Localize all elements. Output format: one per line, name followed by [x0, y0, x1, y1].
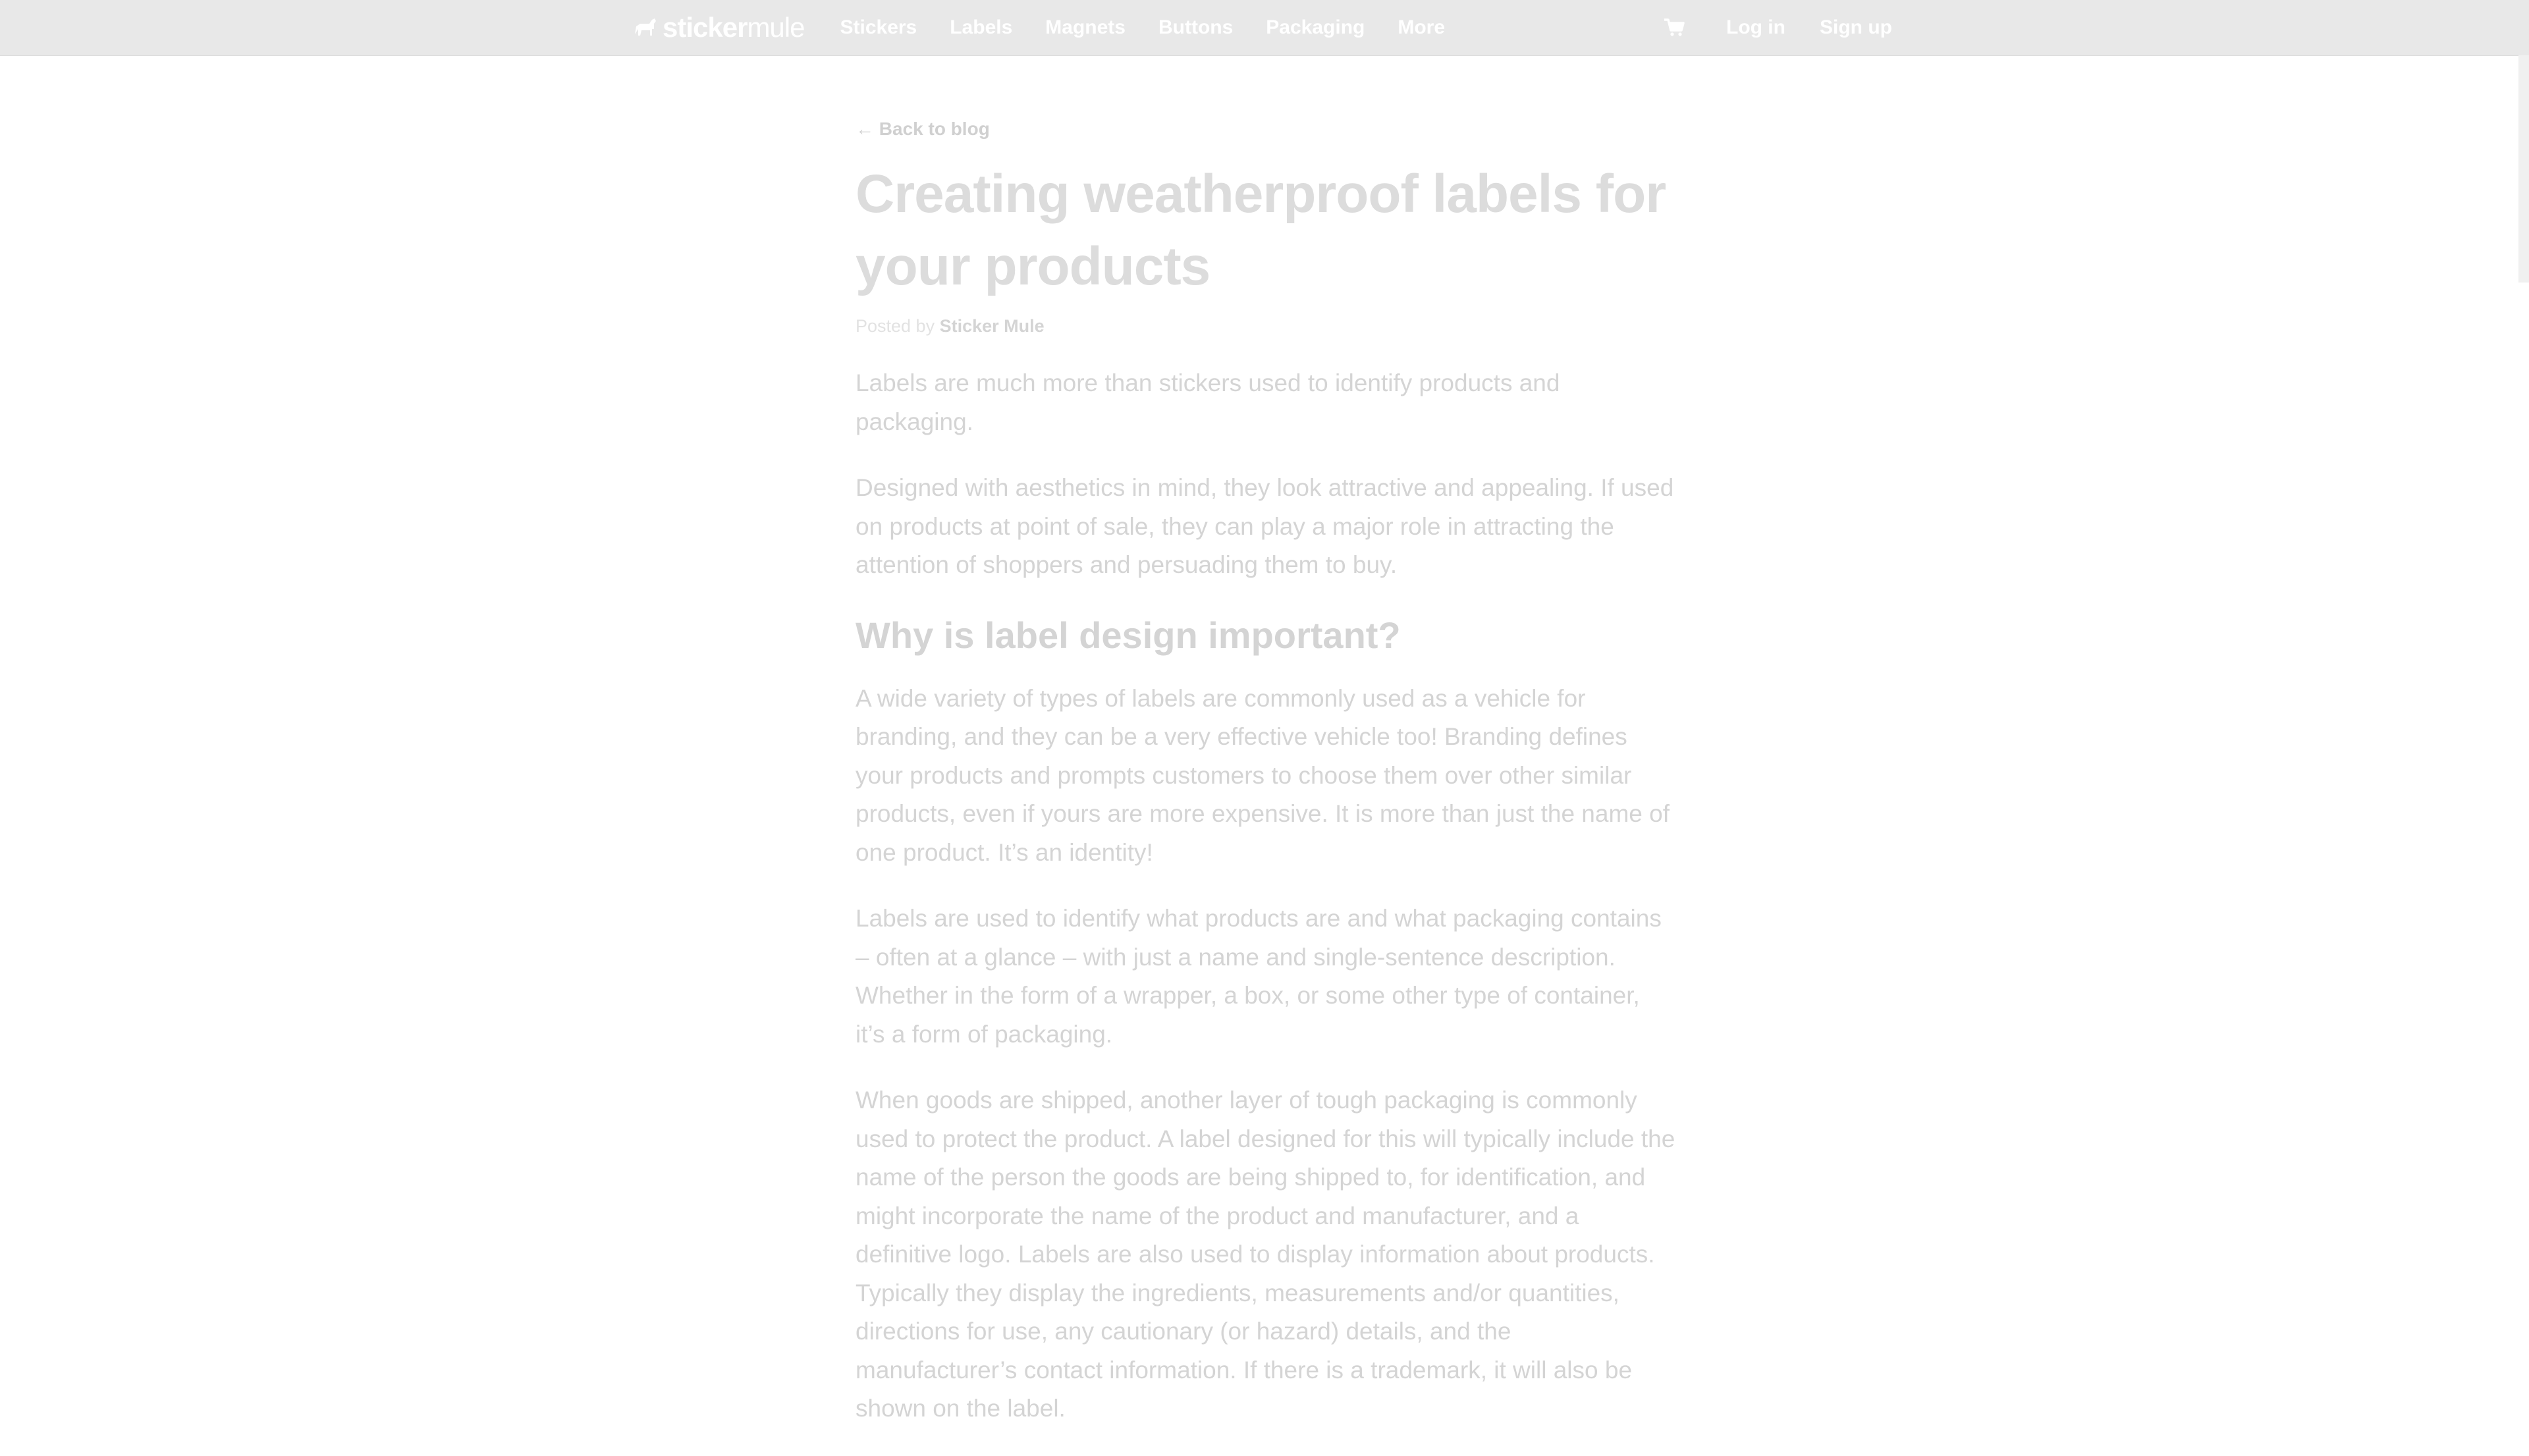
back-to-blog-link[interactable]: ← Back to blog	[856, 119, 1675, 140]
nav-link-magnets[interactable]: Magnets	[1045, 16, 1126, 39]
mule-icon	[635, 18, 656, 36]
logo-text-bold: sticker	[663, 12, 748, 43]
cart-icon[interactable]	[1663, 18, 1685, 38]
article-title: Creating weatherproof labels for your pr…	[856, 164, 1666, 296]
nav-right-group: Log in Sign up	[1663, 0, 1926, 55]
nav-link-stickers[interactable]: Stickers	[840, 16, 917, 39]
section-heading: Why is label design important?	[856, 614, 1401, 656]
posted-by-label: Posted by	[856, 316, 935, 336]
article-paragraph-1: Labels are much more than stickers used …	[856, 369, 1560, 435]
top-navigation-bar: stickermule Stickers Labels Magnets Butt…	[0, 0, 2529, 56]
article-paragraph-3: A wide variety of types of labels are co…	[856, 684, 1670, 866]
author-link[interactable]: Sticker Mule	[940, 316, 1045, 336]
logo-text-light: mule	[747, 12, 805, 43]
logo-wordmark: stickermule	[663, 12, 805, 43]
article-paragraph-2: Designed with aesthetics in mind, they l…	[856, 474, 1674, 578]
posted-by: Posted by Sticker Mule	[856, 316, 1675, 337]
main-nav-links: Stickers Labels Magnets Buttons Packagin…	[840, 16, 1478, 39]
scrollbar-thumb[interactable]	[2518, 55, 2529, 283]
nav-link-labels[interactable]: Labels	[950, 16, 1012, 39]
article-paragraph-4: Labels are used to identify what product…	[856, 905, 1662, 1048]
sticker-mule-logo[interactable]: stickermule	[632, 12, 805, 43]
nav-link-buttons[interactable]: Buttons	[1158, 16, 1233, 39]
signup-link[interactable]: Sign up	[1820, 16, 1892, 39]
login-link[interactable]: Log in	[1726, 16, 1785, 39]
nav-link-more[interactable]: More	[1398, 16, 1445, 39]
nav-link-packaging[interactable]: Packaging	[1266, 16, 1365, 39]
article-paragraph-5: When goods are shipped, another layer of…	[856, 1087, 1675, 1422]
blog-article: ← Back to blog Creating weatherproof lab…	[856, 119, 1675, 1456]
